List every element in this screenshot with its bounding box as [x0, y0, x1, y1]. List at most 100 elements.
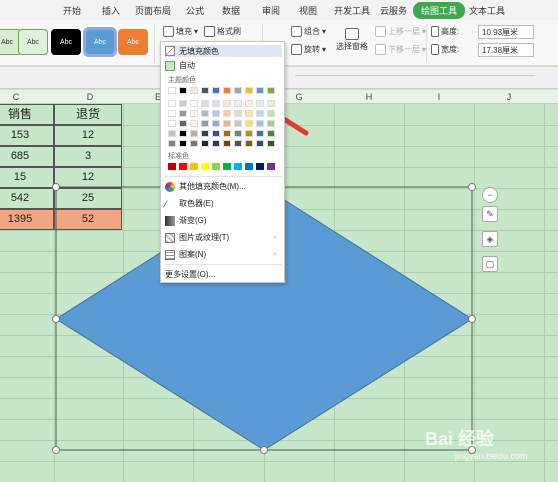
standard-color-swatch[interactable]	[256, 163, 264, 170]
theme-color-swatch[interactable]	[212, 140, 220, 147]
theme-color-swatch[interactable]	[245, 87, 253, 94]
pattern-icon	[165, 249, 175, 260]
theme-color-swatch[interactable]	[256, 110, 264, 117]
theme-color-swatch[interactable]	[212, 130, 220, 137]
theme-color-swatch[interactable]	[223, 87, 231, 94]
fill-bucket-icon[interactable]: ◈	[482, 231, 498, 247]
theme-color-swatch[interactable]	[267, 87, 275, 94]
collapse-icon[interactable]: −	[482, 187, 498, 203]
eyedropper-icon: ⁄	[165, 198, 167, 209]
theme-color-swatch[interactable]	[223, 110, 231, 117]
pen-icon[interactable]: ✎	[482, 206, 498, 222]
watermark-logo: Bai 经验	[425, 429, 495, 449]
theme-color-swatch[interactable]	[190, 100, 198, 107]
theme-color-swatch[interactable]	[234, 87, 242, 94]
theme-color-swatch[interactable]	[256, 100, 264, 107]
theme-color-swatch[interactable]	[168, 87, 176, 94]
eyedropper-label: 取色器(E)	[179, 199, 214, 208]
gradient-icon	[165, 215, 175, 226]
no-fill-option[interactable]: 无填充颜色	[165, 45, 282, 57]
resize-handle[interactable]	[468, 315, 476, 323]
theme-color-swatch[interactable]	[223, 100, 231, 107]
theme-color-swatch[interactable]	[168, 120, 176, 127]
theme-color-swatch[interactable]	[168, 130, 176, 137]
theme-color-swatch[interactable]	[223, 140, 231, 147]
spreadsheet-window: 开始 插入 页面布局 公式 数据 审阅 视图 开发工具 云服务 绘图工具 文本工…	[0, 0, 558, 482]
resize-handle[interactable]	[52, 446, 60, 454]
theme-color-swatch[interactable]	[179, 120, 187, 127]
theme-color-swatch[interactable]	[201, 140, 209, 147]
theme-color-swatch[interactable]	[234, 110, 242, 117]
theme-color-swatch[interactable]	[256, 130, 264, 137]
outline-icon[interactable]: ▢	[482, 256, 498, 272]
standard-color-swatch[interactable]	[201, 163, 209, 170]
pattern-option[interactable]: 图案(N) ›	[165, 249, 282, 260]
theme-color-swatch[interactable]	[168, 110, 176, 117]
more-settings-option[interactable]: 更多设置(O)...	[165, 269, 215, 280]
theme-color-swatch[interactable]	[212, 100, 220, 107]
theme-color-swatch[interactable]	[267, 130, 275, 137]
theme-color-swatch[interactable]	[267, 120, 275, 127]
theme-color-swatch[interactable]	[267, 100, 275, 107]
theme-color-swatch[interactable]	[190, 130, 198, 137]
theme-color-swatch[interactable]	[179, 100, 187, 107]
auto-color-option[interactable]: 自动	[165, 60, 195, 71]
theme-color-swatch[interactable]	[245, 120, 253, 127]
theme-color-swatch[interactable]	[256, 140, 264, 147]
no-fill-label: 无填充颜色	[179, 46, 219, 56]
standard-color-swatch[interactable]	[234, 163, 242, 170]
gradient-option[interactable]: 渐变(G)	[165, 215, 207, 226]
resize-handle[interactable]	[468, 183, 476, 191]
standard-color-swatch[interactable]	[190, 163, 198, 170]
eyedropper-option[interactable]: ⁄ 取色器(E)	[165, 198, 214, 209]
theme-color-swatch[interactable]	[190, 110, 198, 117]
theme-color-swatch[interactable]	[245, 130, 253, 137]
standard-color-swatch[interactable]	[168, 163, 176, 170]
theme-color-swatch[interactable]	[245, 140, 253, 147]
theme-color-swatch[interactable]	[223, 130, 231, 137]
theme-color-swatch[interactable]	[245, 110, 253, 117]
theme-color-swatch[interactable]	[256, 87, 264, 94]
theme-color-swatch[interactable]	[190, 87, 198, 94]
theme-color-swatch[interactable]	[179, 110, 187, 117]
standard-color-swatch[interactable]	[267, 163, 275, 170]
theme-color-swatch[interactable]	[212, 87, 220, 94]
theme-color-swatch[interactable]	[201, 87, 209, 94]
theme-color-swatch[interactable]	[168, 100, 176, 107]
theme-color-swatch[interactable]	[234, 120, 242, 127]
standard-color-swatch[interactable]	[212, 163, 220, 170]
theme-color-swatch[interactable]	[201, 110, 209, 117]
theme-color-swatch[interactable]	[223, 120, 231, 127]
theme-color-swatch[interactable]	[212, 120, 220, 127]
resize-handle[interactable]	[260, 446, 268, 454]
more-settings-label: 更多设置(O)...	[165, 270, 216, 279]
theme-color-swatch[interactable]	[190, 140, 198, 147]
standard-color-swatch[interactable]	[245, 163, 253, 170]
theme-color-swatch[interactable]	[179, 130, 187, 137]
divider	[165, 264, 282, 265]
standard-colors-heading: 标准色	[168, 153, 189, 160]
resize-handle[interactable]	[52, 183, 60, 191]
no-fill-icon	[165, 46, 175, 56]
theme-color-swatch[interactable]	[267, 140, 275, 147]
more-colors-option[interactable]: 其他填充颜色(M)...	[165, 181, 246, 192]
standard-color-swatch[interactable]	[223, 163, 231, 170]
theme-color-swatch[interactable]	[267, 110, 275, 117]
theme-color-swatch[interactable]	[179, 140, 187, 147]
theme-color-swatch[interactable]	[245, 100, 253, 107]
resize-handle[interactable]	[52, 315, 60, 323]
theme-color-swatch[interactable]	[212, 110, 220, 117]
theme-colors-heading: 主题颜色	[168, 77, 196, 84]
theme-color-swatch[interactable]	[179, 87, 187, 94]
theme-color-swatch[interactable]	[256, 120, 264, 127]
theme-color-swatch[interactable]	[201, 120, 209, 127]
theme-color-swatch[interactable]	[234, 130, 242, 137]
picture-texture-option[interactable]: 图片或纹理(T) ›	[165, 232, 282, 243]
theme-color-swatch[interactable]	[168, 140, 176, 147]
standard-color-swatch[interactable]	[179, 163, 187, 170]
theme-color-swatch[interactable]	[234, 140, 242, 147]
theme-color-swatch[interactable]	[201, 130, 209, 137]
theme-color-swatch[interactable]	[201, 100, 209, 107]
theme-color-swatch[interactable]	[234, 100, 242, 107]
theme-color-swatch[interactable]	[190, 120, 198, 127]
